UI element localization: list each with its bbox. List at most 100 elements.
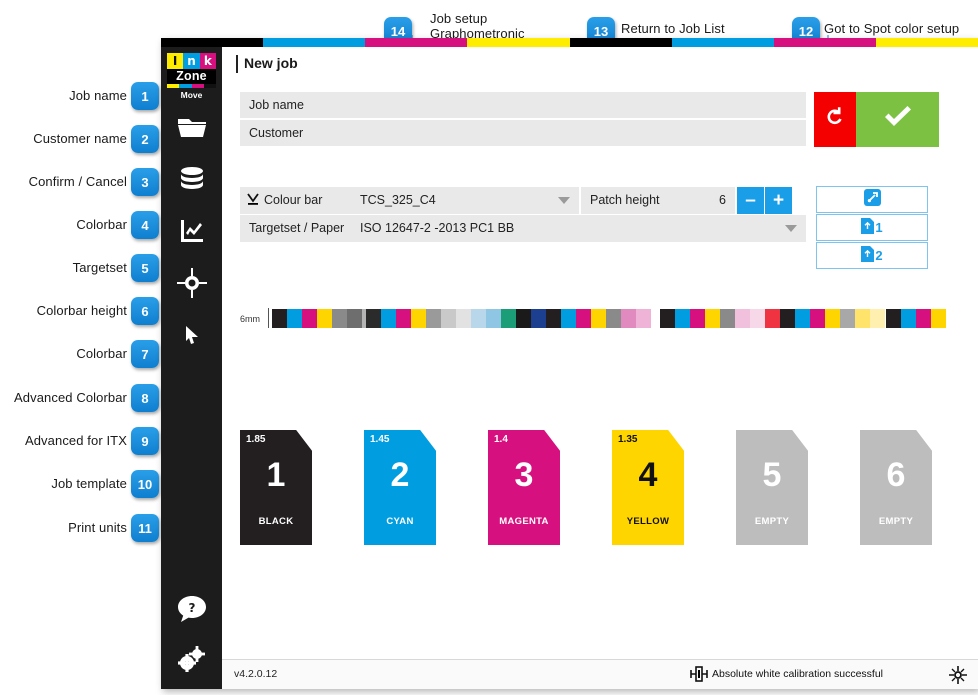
sidebar-item-settings[interactable] — [161, 637, 222, 685]
cmyk-accent-bar — [161, 38, 978, 47]
targetset-value: ISO 12647-2 -2013 PC1 BB — [360, 221, 515, 235]
colorbar-patch — [591, 309, 606, 328]
advanced-itx-2-button[interactable]: 2 — [816, 242, 928, 269]
advanced-itx-1-button[interactable]: 1 — [816, 214, 928, 241]
colour-bar-select[interactable]: Colour bar TCS_325_C4 — [240, 187, 579, 214]
job-name-input[interactable]: Job name — [240, 92, 806, 119]
title-marker — [236, 55, 238, 73]
cmyk-segment — [365, 38, 468, 47]
crosshair-icon[interactable] — [948, 665, 968, 689]
colorbar-patch — [916, 309, 931, 328]
callout-badge-6: 6 — [131, 297, 159, 325]
colorbar-strip-group — [272, 309, 377, 328]
sidebar-item-target[interactable] — [161, 261, 222, 309]
callout-label-1: Job name — [69, 88, 127, 103]
sidebar-item-cursor[interactable] — [161, 313, 222, 361]
callout-label-3: Confirm / Cancel — [28, 174, 127, 189]
document-upload-icon — [861, 246, 875, 265]
callout-label-6: Colorbar height — [36, 303, 127, 318]
patch-height-label: Patch height — [590, 193, 660, 207]
print-unit-card[interactable]: 1.35 4 YELLOW — [612, 430, 684, 545]
colour-bar-label: Colour bar — [264, 193, 323, 207]
colorbar-patch — [317, 309, 332, 328]
screenshot-root: 1 4 Job setup Graphometronic 1 3 Return to… — [0, 0, 978, 695]
colorbar-patch — [287, 309, 302, 328]
cancel-button[interactable] — [814, 92, 856, 147]
callout-label-7: Colorbar — [76, 346, 127, 361]
itx2-group: 2 — [861, 246, 883, 265]
undo-icon — [825, 107, 845, 132]
print-unit-name: BLACK — [258, 516, 294, 527]
print-unit-name: MAGENTA — [499, 516, 549, 527]
colorbar-patch — [810, 309, 825, 328]
check-icon — [883, 105, 913, 134]
itx2-label: 2 — [875, 248, 883, 263]
callout-label-14: Job setup Graphometronic — [430, 11, 525, 41]
logo-letter-i: I — [167, 53, 184, 69]
database-icon — [179, 166, 205, 197]
targetset-label: Targetset / Paper — [249, 221, 345, 235]
cmyk-segment — [263, 38, 366, 47]
colorbar-patch — [576, 309, 591, 328]
print-unit-number: 5 — [762, 456, 782, 494]
colorbar-patch — [886, 309, 901, 328]
logo-word-zone: Zone — [167, 69, 216, 84]
logo-subtitle: Move — [180, 90, 203, 100]
print-unit-name: EMPTY — [754, 516, 790, 527]
print-unit-name: EMPTY — [878, 516, 914, 527]
print-unit-card[interactable]: 1.4 3 MAGENTA — [488, 430, 560, 545]
device-icon — [690, 666, 708, 687]
cursor-icon — [185, 325, 199, 349]
version-label: v4.2.0.12 — [234, 668, 278, 680]
colorbar-scale-tick — [268, 308, 269, 328]
chevron-down-icon — [558, 197, 570, 204]
confirm-button[interactable] — [856, 92, 939, 147]
cmyk-segment — [773, 38, 876, 47]
help-icon: ? — [177, 595, 207, 628]
colorbar-patch — [765, 309, 780, 328]
colorbar-patch — [621, 309, 636, 328]
print-unit-card[interactable]: 6 EMPTY — [860, 430, 932, 545]
patch-height-increment-button[interactable]: + — [765, 187, 792, 214]
customer-name-input[interactable]: Customer — [240, 120, 806, 147]
callout-badge-9: 9 — [131, 427, 159, 455]
sidebar-item-database[interactable] — [161, 157, 222, 205]
patch-height-field[interactable]: Patch height 6 — [581, 187, 735, 214]
colorbar-patch — [720, 309, 735, 328]
print-unit-card[interactable]: 1.85 1 BLACK — [240, 430, 312, 545]
callout-badge-10: 10 — [131, 470, 159, 498]
application-window: ✖ I n k Zone Move — [161, 38, 978, 689]
advanced-colorbar-button[interactable] — [816, 186, 928, 213]
targetset-paper-select[interactable]: Targetset / Paper ISO 12647-2 -2013 PC1 … — [240, 215, 806, 242]
print-unit-density: 1.4 — [494, 434, 508, 445]
colorbar-patch — [735, 309, 750, 328]
colorbar-preview[interactable]: 6mm — [240, 307, 970, 335]
itx1-label: 1 — [875, 220, 883, 235]
document-upload-icon — [861, 218, 875, 237]
print-unit-number: 6 — [886, 456, 906, 494]
colorbar-patch — [302, 309, 317, 328]
colorbar-patch — [347, 309, 362, 328]
print-unit-card[interactable]: 5 EMPTY — [736, 430, 808, 545]
print-unit-card[interactable]: 1.45 2 CYAN — [364, 430, 436, 545]
sidebar-item-help[interactable]: ? — [161, 587, 222, 635]
target-icon — [176, 267, 207, 303]
colorbar-patch — [486, 309, 501, 328]
callout-label-2: Customer name — [33, 131, 127, 146]
callout-label-13: Return to Job List — [621, 21, 725, 36]
colorbar-patch — [840, 309, 855, 328]
sidebar-item-measurements[interactable] — [161, 209, 222, 257]
colorbar-patch — [546, 309, 561, 328]
sidebar-item-jobs[interactable] — [161, 105, 222, 153]
colorbar-patch — [795, 309, 810, 328]
colorbar-patch — [750, 309, 765, 328]
status-bar: v4.2.0.12 Absolute white calibration suc… — [222, 659, 978, 689]
callout-badge-4: 4 — [131, 211, 159, 239]
colorbar-patch — [606, 309, 621, 328]
colorbar-patch — [931, 309, 946, 328]
colorbar-patch — [396, 309, 411, 328]
callout-label-10: Job template — [51, 476, 127, 491]
callout-label-5: Targetset — [72, 260, 127, 275]
patch-height-decrement-button[interactable]: – — [737, 187, 764, 214]
logo-letter-n: n — [183, 53, 200, 69]
